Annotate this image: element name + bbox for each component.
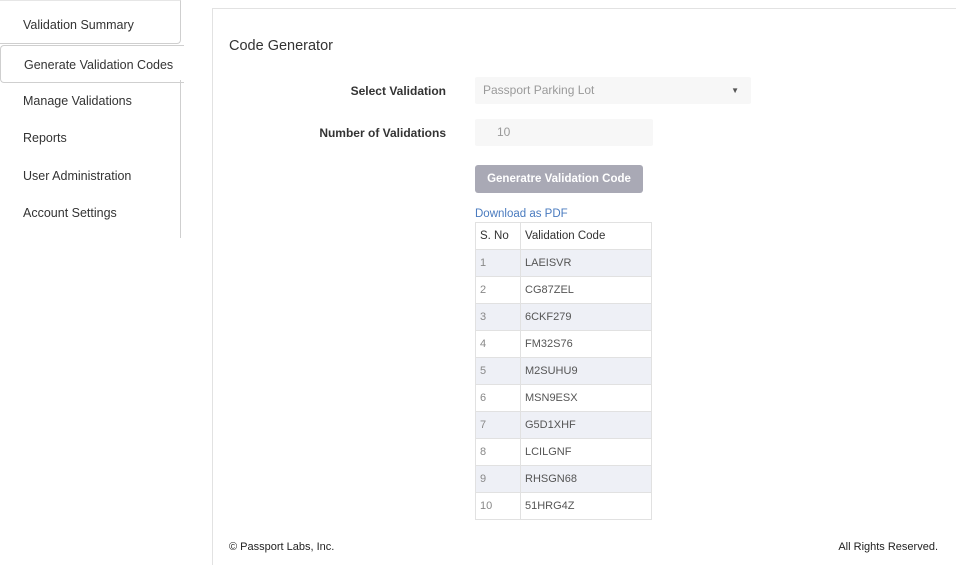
serial-cell: 9 [475, 465, 521, 493]
select-validation-label: Select Validation [350, 84, 446, 98]
number-of-validations-input[interactable]: 10 [475, 119, 653, 146]
sidebar-item-user-administration[interactable]: User Administration [0, 157, 181, 195]
code-cell: RHSGN68 [520, 465, 652, 493]
code-cell: LAEISVR [520, 249, 652, 277]
table-row: 5 M2SUHU9 [475, 357, 652, 385]
table-row: 6 MSN9ESX [475, 384, 652, 412]
sidebar-item-account-settings[interactable]: Account Settings [0, 194, 181, 232]
footer-copyright: © Passport Labs, Inc. [229, 541, 335, 553]
number-of-validations-label: Number of Validations [319, 126, 446, 140]
table-row: 10 51HRG4Z [475, 492, 652, 520]
code-cell: M2SUHU9 [520, 357, 652, 385]
sidebar-divider [180, 80, 181, 238]
column-header-serial: S. No [475, 222, 521, 250]
sidebar-item-generate-validation-codes[interactable]: Generate Validation Codes [0, 45, 184, 83]
code-cell: MSN9ESX [520, 384, 652, 412]
serial-cell: 8 [475, 438, 521, 466]
validation-codes-table: S. No Validation Code 1 LAEISVR 2 CG87ZE… [475, 222, 652, 520]
column-header-code: Validation Code [520, 222, 652, 250]
sidebar-item-reports[interactable]: Reports [0, 119, 181, 157]
sidebar-nav: Validation Summary Generate Validation C… [0, 0, 184, 565]
table-row: 7 G5D1XHF [475, 411, 652, 439]
code-cell: 6CKF279 [520, 303, 652, 331]
serial-cell: 10 [475, 492, 521, 520]
code-cell: LCILGNF [520, 438, 652, 466]
validation-select[interactable]: Passport Parking Lot ▼ [475, 77, 751, 104]
serial-cell: 6 [475, 384, 521, 412]
generate-validation-code-button[interactable]: Generatre Validation Code [475, 165, 643, 193]
table-row: 4 FM32S76 [475, 330, 652, 358]
table-row: 8 LCILGNF [475, 438, 652, 466]
footer-rights: All Rights Reserved. [838, 541, 938, 553]
code-cell: G5D1XHF [520, 411, 652, 439]
table-row: 9 RHSGN68 [475, 465, 652, 493]
serial-cell: 4 [475, 330, 521, 358]
main-panel: Code Generator Select Validation Passpor… [212, 8, 956, 565]
code-cell: CG87ZEL [520, 276, 652, 304]
chevron-down-icon: ▼ [731, 86, 739, 95]
table-row: 1 LAEISVR [475, 249, 652, 277]
sidebar-item-validation-summary[interactable]: Validation Summary [0, 0, 181, 44]
table-header-row: S. No Validation Code [475, 222, 652, 250]
download-pdf-link[interactable]: Download as PDF [475, 208, 568, 220]
serial-cell: 3 [475, 303, 521, 331]
serial-cell: 7 [475, 411, 521, 439]
code-cell: FM32S76 [520, 330, 652, 358]
serial-cell: 5 [475, 357, 521, 385]
serial-cell: 1 [475, 249, 521, 277]
table-row: 2 CG87ZEL [475, 276, 652, 304]
serial-cell: 2 [475, 276, 521, 304]
page-title: Code Generator [229, 38, 333, 54]
validation-select-value: Passport Parking Lot [483, 83, 595, 97]
table-row: 3 6CKF279 [475, 303, 652, 331]
sidebar-item-manage-validations[interactable]: Manage Validations [0, 82, 181, 120]
code-cell: 51HRG4Z [520, 492, 652, 520]
